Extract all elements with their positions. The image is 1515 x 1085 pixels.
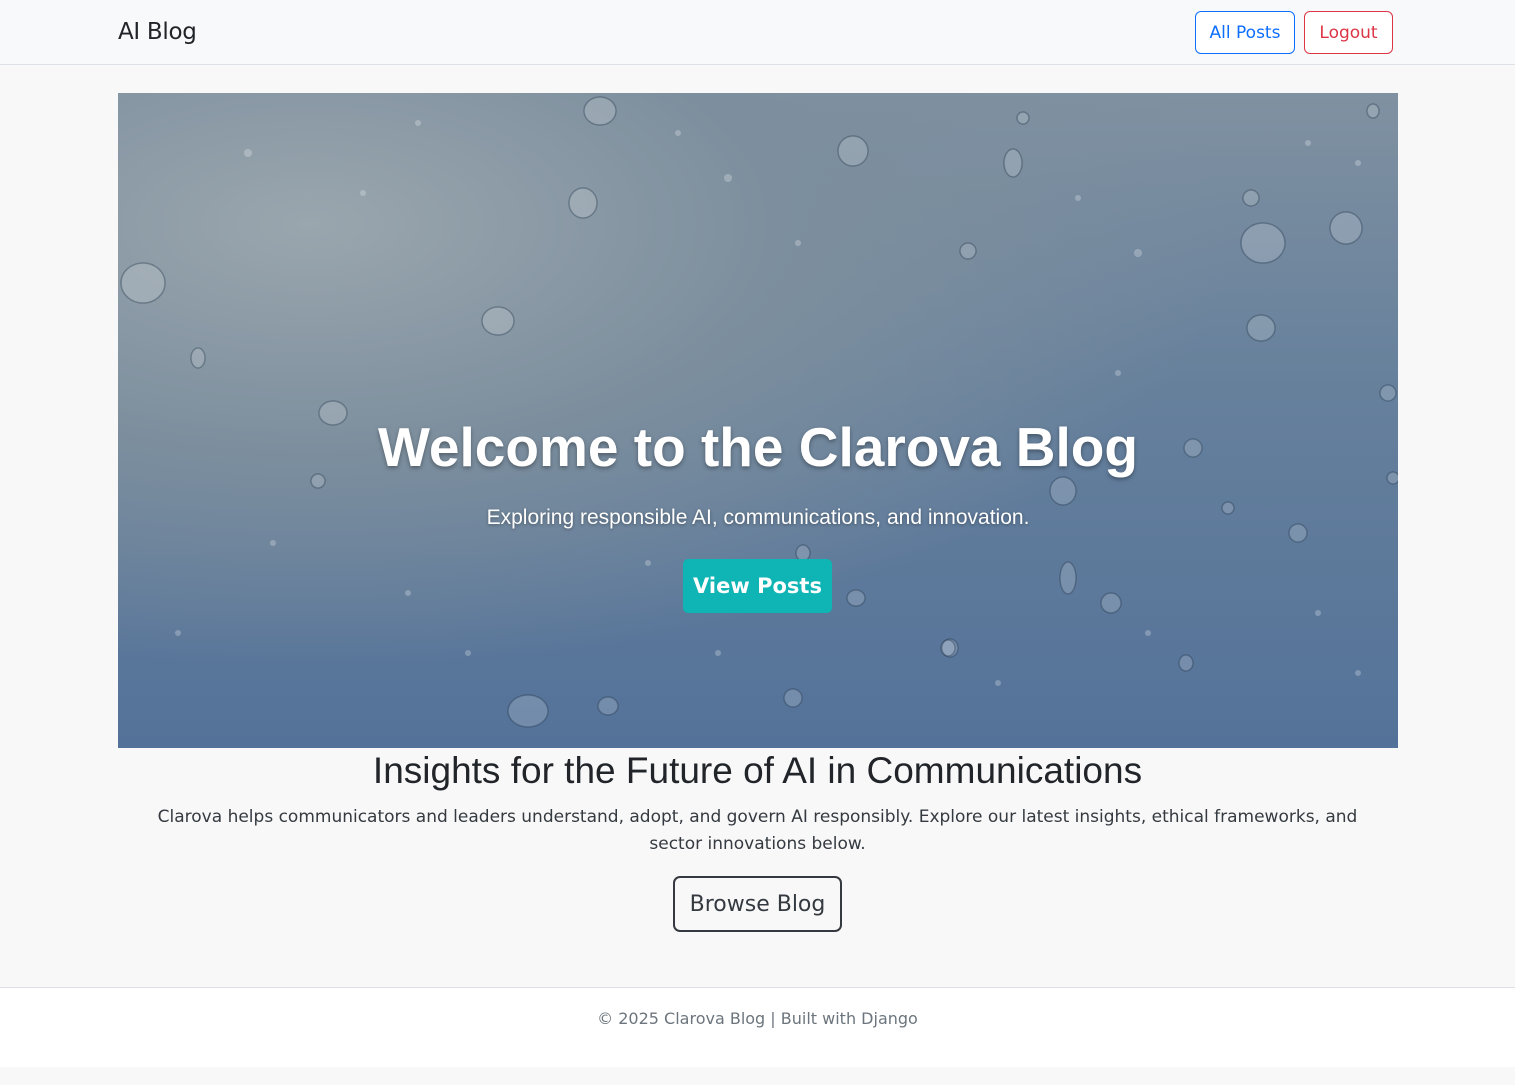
view-posts-button[interactable]: View Posts: [683, 559, 832, 613]
intro-title: Insights for the Future of AI in Communi…: [372, 750, 1143, 791]
navbar-brand[interactable]: AI Blog: [118, 19, 197, 45]
navbar: AI Blog All Posts Logout: [0, 0, 1515, 65]
intro-text: Clarova helps communicators and leaders …: [157, 807, 1358, 854]
all-posts-button[interactable]: All Posts: [1195, 11, 1295, 54]
hero-title: Welcome to the Clarova Blog: [378, 416, 1138, 478]
browse-blog-button[interactable]: Browse Blog: [673, 876, 842, 932]
logout-button[interactable]: Logout: [1304, 11, 1393, 54]
footer-text: © 2025 Clarova Blog | Built with Django: [597, 1009, 918, 1028]
hero-banner: Welcome to the Clarova Blog Exploring re…: [118, 93, 1398, 748]
footer: © 2025 Clarova Blog | Built with Django: [0, 987, 1515, 1067]
hero-subtitle: Exploring responsible AI, communications…: [486, 506, 1030, 529]
